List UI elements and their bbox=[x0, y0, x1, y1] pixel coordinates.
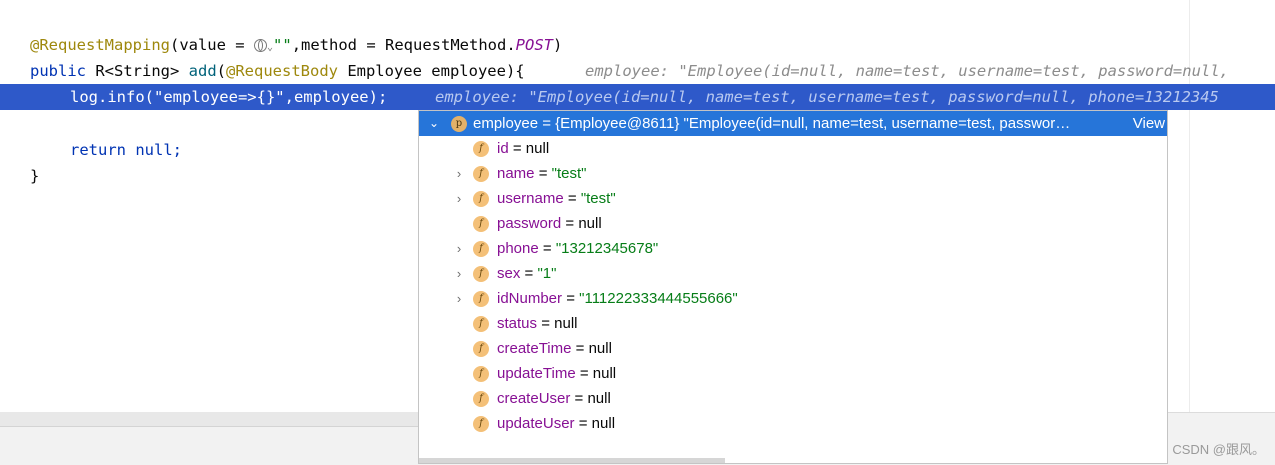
field-value: null bbox=[591, 415, 616, 432]
field-row-name[interactable]: › f name = "test" bbox=[419, 161, 1167, 186]
equals-sign: = bbox=[563, 190, 581, 207]
equals-sign: = bbox=[537, 315, 555, 332]
field-badge-icon: f bbox=[473, 166, 489, 182]
equals-sign: = bbox=[574, 415, 592, 432]
equals-sign: = bbox=[575, 365, 593, 382]
field-name: createTime bbox=[497, 340, 572, 357]
field-text: updateTime = null bbox=[497, 361, 616, 386]
field-value: null bbox=[588, 340, 612, 357]
field-name: id bbox=[497, 140, 509, 157]
globe-icon[interactable] bbox=[253, 39, 267, 52]
field-name: phone bbox=[497, 240, 539, 257]
field-text: id = null bbox=[497, 136, 549, 161]
field-badge-icon: f bbox=[473, 416, 489, 432]
field-row-updateTime[interactable]: f updateTime = null bbox=[419, 361, 1167, 386]
code-line-return: return null; bbox=[70, 141, 182, 159]
chevron-down-icon[interactable]: ⌄ bbox=[427, 111, 441, 136]
code-line-closing-brace: } bbox=[30, 167, 40, 185]
chevron-right-icon[interactable]: › bbox=[453, 161, 465, 186]
field-name: updateTime bbox=[497, 365, 576, 382]
field-badge-icon: f bbox=[473, 291, 489, 307]
field-row-password[interactable]: f password = null bbox=[419, 211, 1167, 236]
chevron-right-icon[interactable]: › bbox=[453, 261, 465, 286]
field-name: sex bbox=[497, 265, 521, 282]
field-name: idNumber bbox=[497, 290, 563, 307]
field-badge-icon: f bbox=[473, 366, 489, 382]
field-value: "13212345678" bbox=[555, 240, 659, 257]
equals-sign: = bbox=[562, 290, 580, 307]
horizontal-scrollbar[interactable] bbox=[0, 412, 418, 426]
code-line-request-mapping: @RequestMapping(value = ⌄"",method = Req… bbox=[30, 36, 563, 54]
field-badge-icon: f bbox=[473, 266, 489, 282]
field-value: "test" bbox=[551, 165, 587, 182]
field-badge-icon: f bbox=[473, 141, 489, 157]
field-name: name bbox=[497, 165, 535, 182]
field-name: updateUser bbox=[497, 415, 575, 432]
field-text: updateUser = null bbox=[497, 411, 615, 436]
field-text: createTime = null bbox=[497, 336, 612, 361]
equals-sign: = bbox=[571, 340, 589, 357]
popup-scrollbar[interactable] bbox=[419, 458, 725, 463]
field-value: null bbox=[578, 215, 602, 232]
watermark: CSDN @跟风。 bbox=[1172, 442, 1265, 457]
equals-sign: = bbox=[534, 165, 552, 182]
field-row-status[interactable]: f status = null bbox=[419, 311, 1167, 336]
field-row-idNumber[interactable]: › f idNumber = "111222333444555666" bbox=[419, 286, 1167, 311]
field-text: status = null bbox=[497, 311, 578, 336]
view-link[interactable]: View bbox=[1128, 111, 1165, 136]
chevron-right-icon[interactable]: › bbox=[453, 186, 465, 211]
field-text: createUser = null bbox=[497, 386, 611, 411]
debug-value-popup[interactable]: ⌄ p employee = {Employee@8611} "Employee… bbox=[418, 110, 1168, 464]
field-row-createUser[interactable]: f createUser = null bbox=[419, 386, 1167, 411]
equals-sign: = bbox=[570, 390, 588, 407]
inline-debug-hint: employee: "Employee(id=null, name=test, … bbox=[435, 88, 1219, 106]
header-value-text: employee = {Employee@8611} "Employee(id=… bbox=[473, 115, 1071, 132]
code-line-method-signature: public R<String> add(@RequestBody Employ… bbox=[0, 58, 1229, 84]
field-row-sex[interactable]: › f sex = "1" bbox=[419, 261, 1167, 286]
field-value: null bbox=[592, 365, 617, 382]
divider bbox=[0, 426, 418, 427]
field-value: null bbox=[587, 390, 611, 407]
current-execution-line[interactable]: log.info("employee=>{}",employee); emplo… bbox=[0, 84, 1275, 110]
field-value: null bbox=[554, 315, 578, 332]
field-text: sex = "1" bbox=[497, 261, 556, 286]
field-text: name = "test" bbox=[497, 161, 586, 186]
equals-sign: = bbox=[538, 240, 556, 257]
annotation-request-mapping: @RequestMapping bbox=[30, 36, 170, 54]
field-value: null bbox=[525, 140, 550, 157]
field-name: password bbox=[497, 215, 562, 232]
field-text: idNumber = "111222333444555666" bbox=[497, 286, 738, 311]
equals-sign: = bbox=[508, 140, 526, 157]
chevron-right-icon[interactable]: › bbox=[453, 286, 465, 311]
field-value: "1" bbox=[537, 265, 557, 282]
field-row-phone[interactable]: › f phone = "13212345678" bbox=[419, 236, 1167, 261]
field-text: phone = "13212345678" bbox=[497, 236, 658, 261]
field-badge-icon: f bbox=[473, 191, 489, 207]
inline-debug-hint: employee: "Employee(id=null, name=test, … bbox=[585, 62, 1239, 80]
field-value: "test" bbox=[580, 190, 616, 207]
parameter-badge-icon: p bbox=[451, 116, 467, 132]
field-name: status bbox=[497, 315, 538, 332]
field-value: "111222333444555666" bbox=[579, 290, 738, 307]
field-row-updateUser[interactable]: f updateUser = null bbox=[419, 411, 1167, 436]
field-badge-icon: f bbox=[473, 341, 489, 357]
equals-sign: = bbox=[561, 215, 579, 232]
field-text: password = null bbox=[497, 211, 602, 236]
field-row-createTime[interactable]: f createTime = null bbox=[419, 336, 1167, 361]
field-name: username bbox=[497, 190, 564, 207]
field-badge-icon: f bbox=[473, 216, 489, 232]
chevron-right-icon[interactable]: › bbox=[453, 236, 465, 261]
field-name: createUser bbox=[497, 390, 571, 407]
field-badge-icon: f bbox=[473, 391, 489, 407]
field-text: username = "test" bbox=[497, 186, 616, 211]
field-row-id[interactable]: f id = null bbox=[419, 136, 1167, 161]
field-row-username[interactable]: › f username = "test" bbox=[419, 186, 1167, 211]
popup-header-row[interactable]: ⌄ p employee = {Employee@8611} "Employee… bbox=[419, 111, 1167, 136]
field-badge-icon: f bbox=[473, 316, 489, 332]
field-badge-icon: f bbox=[473, 241, 489, 257]
equals-sign: = bbox=[520, 265, 538, 282]
log-statement: log.info("employee=>{}",employee); bbox=[70, 88, 388, 106]
